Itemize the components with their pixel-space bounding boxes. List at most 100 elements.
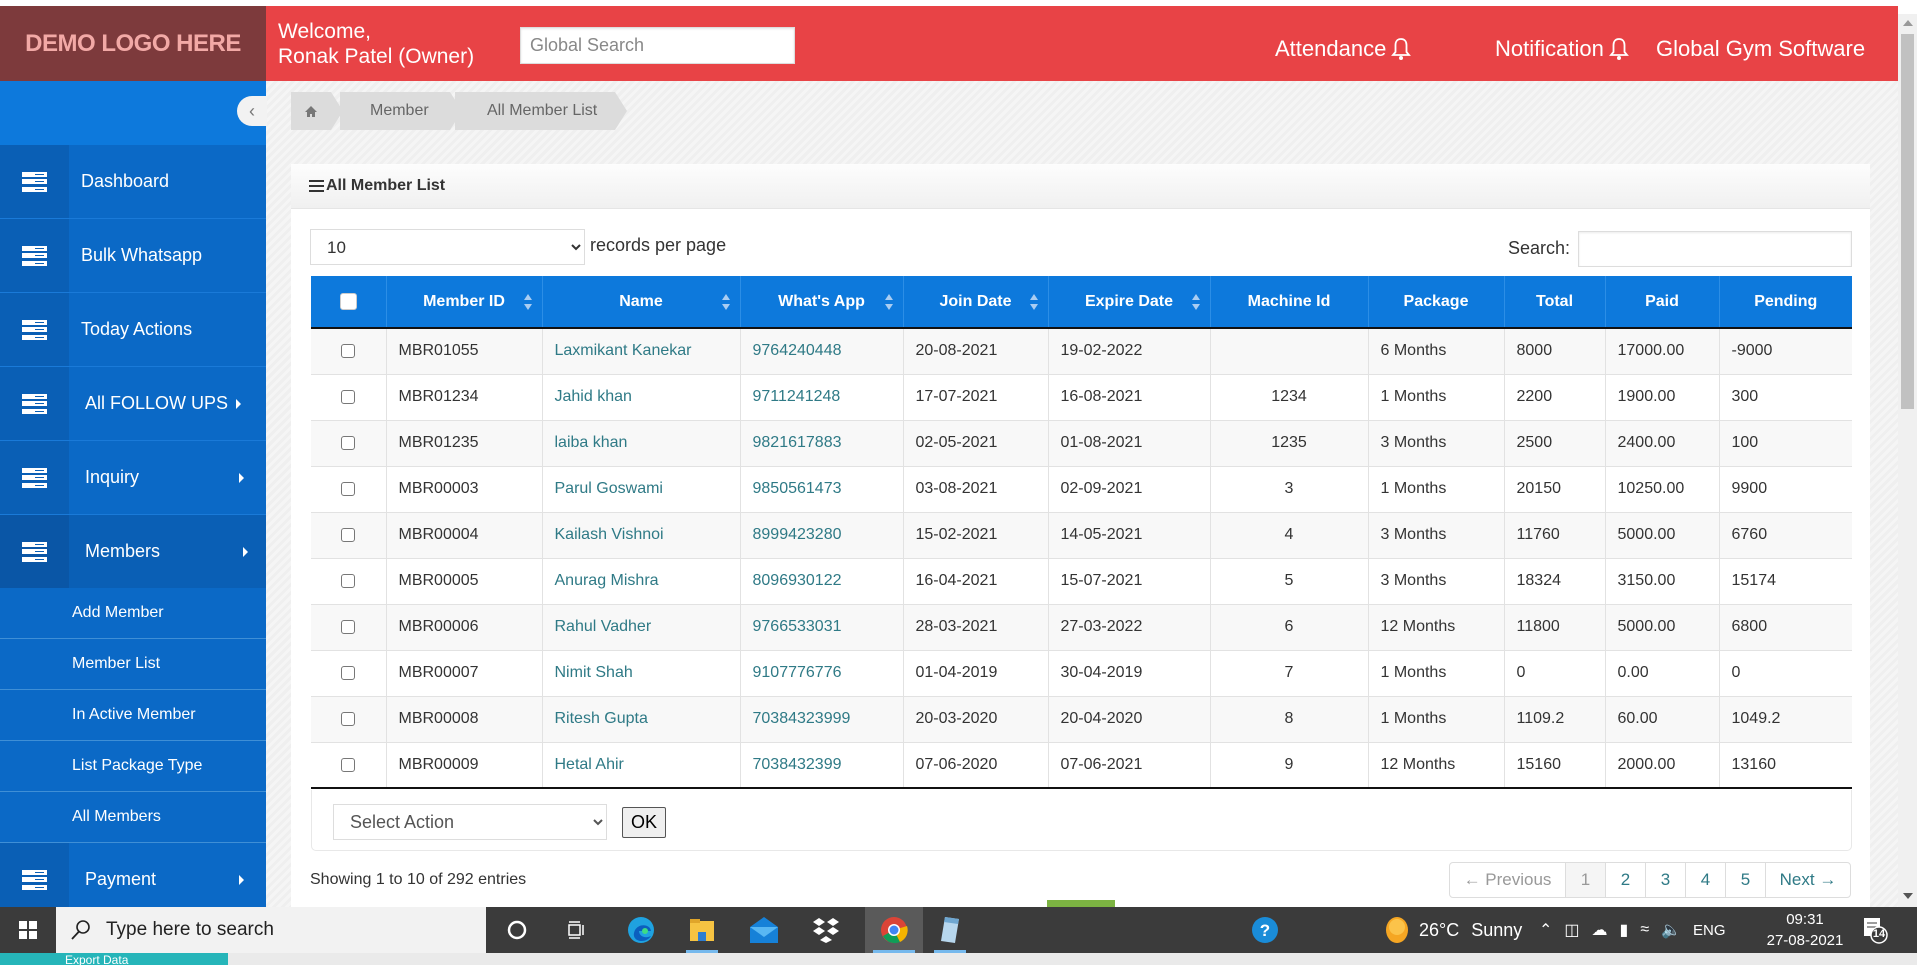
whatsapp-link[interactable]: 8999423280 <box>753 526 842 543</box>
column-header[interactable]: Name <box>541 276 740 329</box>
member-name-link[interactable]: Parul Goswami <box>555 480 663 497</box>
column-header[interactable]: Join Date <box>902 276 1048 329</box>
sort-icon[interactable] <box>884 294 893 310</box>
onedrive-cloud-icon[interactable]: ☁ <box>1592 920 1608 940</box>
whatsapp-link[interactable]: 9821617883 <box>753 434 842 451</box>
sidebar-item-all-follow-ups[interactable]: All FOLLOW UPS <box>0 367 266 441</box>
task-view-icon[interactable] <box>553 907 601 953</box>
edge-icon[interactable] <box>617 907 665 953</box>
submenu-member-list[interactable]: Member List <box>0 639 266 690</box>
whatsapp-link[interactable]: 9107776776 <box>753 664 842 681</box>
table-body: MBR01055 Laxmikant Kanekar 9764240448 20-08… <box>311 328 1852 789</box>
language-indicator[interactable]: ENG <box>1693 922 1726 939</box>
chevron-up-icon[interactable]: ⌃ <box>1539 920 1552 940</box>
whatsapp-link[interactable]: 9711241248 <box>753 388 841 405</box>
sidebar-item-members[interactable]: Members <box>0 515 266 589</box>
row-checkbox[interactable] <box>341 389 356 404</box>
dropbox-icon[interactable] <box>802 907 850 953</box>
pagination-page[interactable]: 2 <box>1605 863 1645 897</box>
select-all-checkbox[interactable] <box>339 292 357 310</box>
submenu-inactive-member[interactable]: In Active Member <box>0 690 266 741</box>
action-center-icon[interactable]: 14 <box>1862 916 1888 944</box>
row-checkbox[interactable] <box>341 619 356 634</box>
member-name-link[interactable]: Rahul Vadher <box>555 618 652 635</box>
row-checkbox[interactable] <box>341 665 356 680</box>
breadcrumb-all-member-list[interactable]: All Member List <box>455 92 627 130</box>
records-per-page-select[interactable]: 10 <box>310 229 585 265</box>
mail-icon[interactable] <box>740 907 788 953</box>
battery-icon[interactable]: ▮ <box>1620 920 1629 940</box>
scroll-down-arrow-icon[interactable] <box>1903 893 1913 899</box>
sidebar-item-inquiry[interactable]: Inquiry <box>0 441 266 515</box>
logo[interactable]: DEMO LOGO HERE <box>0 6 266 81</box>
whatsapp-link[interactable]: 9850561473 <box>753 480 842 497</box>
start-button[interactable] <box>0 907 56 953</box>
sort-icon[interactable] <box>721 294 730 310</box>
column-header[interactable]: Member ID <box>385 276 542 329</box>
sort-icon[interactable] <box>1029 294 1038 310</box>
sort-icon[interactable] <box>523 294 532 310</box>
wifi-icon[interactable]: ≈ <box>1640 921 1649 939</box>
row-checkbox[interactable] <box>341 757 356 772</box>
attendance-link[interactable]: Attendance <box>1275 36 1412 62</box>
pagination-page[interactable]: 4 <box>1685 863 1725 897</box>
meet-now-icon[interactable]: ◫ <box>1564 920 1579 940</box>
pagination-page[interactable]: 3 <box>1645 863 1685 897</box>
pagination-next[interactable]: Next → <box>1765 863 1850 897</box>
submenu-add-member[interactable]: Add Member <box>0 588 266 639</box>
sidebar-item-today-actions[interactable]: Today Actions <box>0 293 266 367</box>
cortana-icon[interactable] <box>493 907 541 953</box>
taskbar-search[interactable]: Type here to search <box>56 907 486 953</box>
pagination-page[interactable]: 5 <box>1725 863 1765 897</box>
member-name-link[interactable]: laiba khan <box>555 434 628 451</box>
breadcrumb-member[interactable]: Member <box>340 92 462 130</box>
member-name-link[interactable]: Kailash Vishnoi <box>555 526 664 543</box>
row-checkbox[interactable] <box>341 711 356 726</box>
member-name-link[interactable]: Ritesh Gupta <box>555 710 648 727</box>
column-header[interactable]: Expire Date <box>1047 276 1210 329</box>
notepad-icon[interactable] <box>926 907 974 953</box>
scroll-up-arrow-icon[interactable] <box>1903 20 1913 26</box>
member-name-link[interactable]: Laxmikant Kanekar <box>555 342 692 359</box>
sort-icon[interactable] <box>1191 294 1200 310</box>
sidebar-item-dashboard[interactable]: Dashboard <box>0 145 266 219</box>
ok-button[interactable]: OK <box>622 807 666 838</box>
help-icon[interactable]: ? <box>1241 907 1289 953</box>
bulk-action-select[interactable]: Select Action <box>333 804 607 840</box>
row-checkbox[interactable] <box>341 435 356 450</box>
member-name-link[interactable]: Nimit Shah <box>555 664 633 681</box>
page-scrollbar[interactable] <box>1898 14 1917 907</box>
whatsapp-link[interactable]: 8096930122 <box>753 572 842 589</box>
whatsapp-link[interactable]: 9766533031 <box>753 618 842 635</box>
breadcrumb-home[interactable] <box>291 92 343 130</box>
member-name-link[interactable]: Jahid khan <box>555 388 632 405</box>
whatsapp-link[interactable]: 9764240448 <box>753 342 842 359</box>
sidebar-item-bulk-whatsapp[interactable]: Bulk Whatsapp <box>0 219 266 293</box>
global-search-input[interactable] <box>520 27 795 64</box>
pagination-previous[interactable]: ← Previous <box>1450 863 1565 897</box>
row-checkbox[interactable] <box>341 573 356 588</box>
submenu-all-members[interactable]: All Members <box>0 792 266 843</box>
brand-link[interactable]: Global Gym Software <box>1656 36 1865 62</box>
volume-icon[interactable]: 🔈 <box>1661 920 1681 940</box>
pagination-page[interactable]: 1 <box>1565 863 1605 897</box>
member-name-link[interactable]: Hetal Ahir <box>555 756 624 773</box>
member-name-link[interactable]: Anurag Mishra <box>555 572 659 589</box>
scrollbar-thumb[interactable] <box>1901 34 1914 409</box>
column-header[interactable]: What's App <box>739 276 903 329</box>
file-explorer-icon[interactable] <box>678 907 726 953</box>
whatsapp-link[interactable]: 70384323999 <box>753 710 851 727</box>
sidebar-collapse-button[interactable]: ‹ <box>237 96 267 126</box>
whatsapp-link[interactable]: 7038432399 <box>753 756 842 773</box>
row-checkbox[interactable] <box>341 481 356 496</box>
notification-link[interactable]: Notification <box>1495 36 1630 62</box>
taskbar-clock[interactable]: 09:31 27-08-2021 <box>1760 909 1850 951</box>
cell-member-id: MBR01055 <box>385 328 542 375</box>
submenu-list-package-type[interactable]: List Package Type <box>0 741 266 792</box>
row-checkbox[interactable] <box>341 344 356 359</box>
table-search-input[interactable] <box>1578 231 1852 267</box>
weather-widget[interactable]: 26°C Sunny <box>1385 907 1522 953</box>
sidebar-item-payment[interactable]: Payment <box>0 843 266 917</box>
chrome-icon[interactable] <box>865 907 923 953</box>
row-checkbox[interactable] <box>341 527 356 542</box>
